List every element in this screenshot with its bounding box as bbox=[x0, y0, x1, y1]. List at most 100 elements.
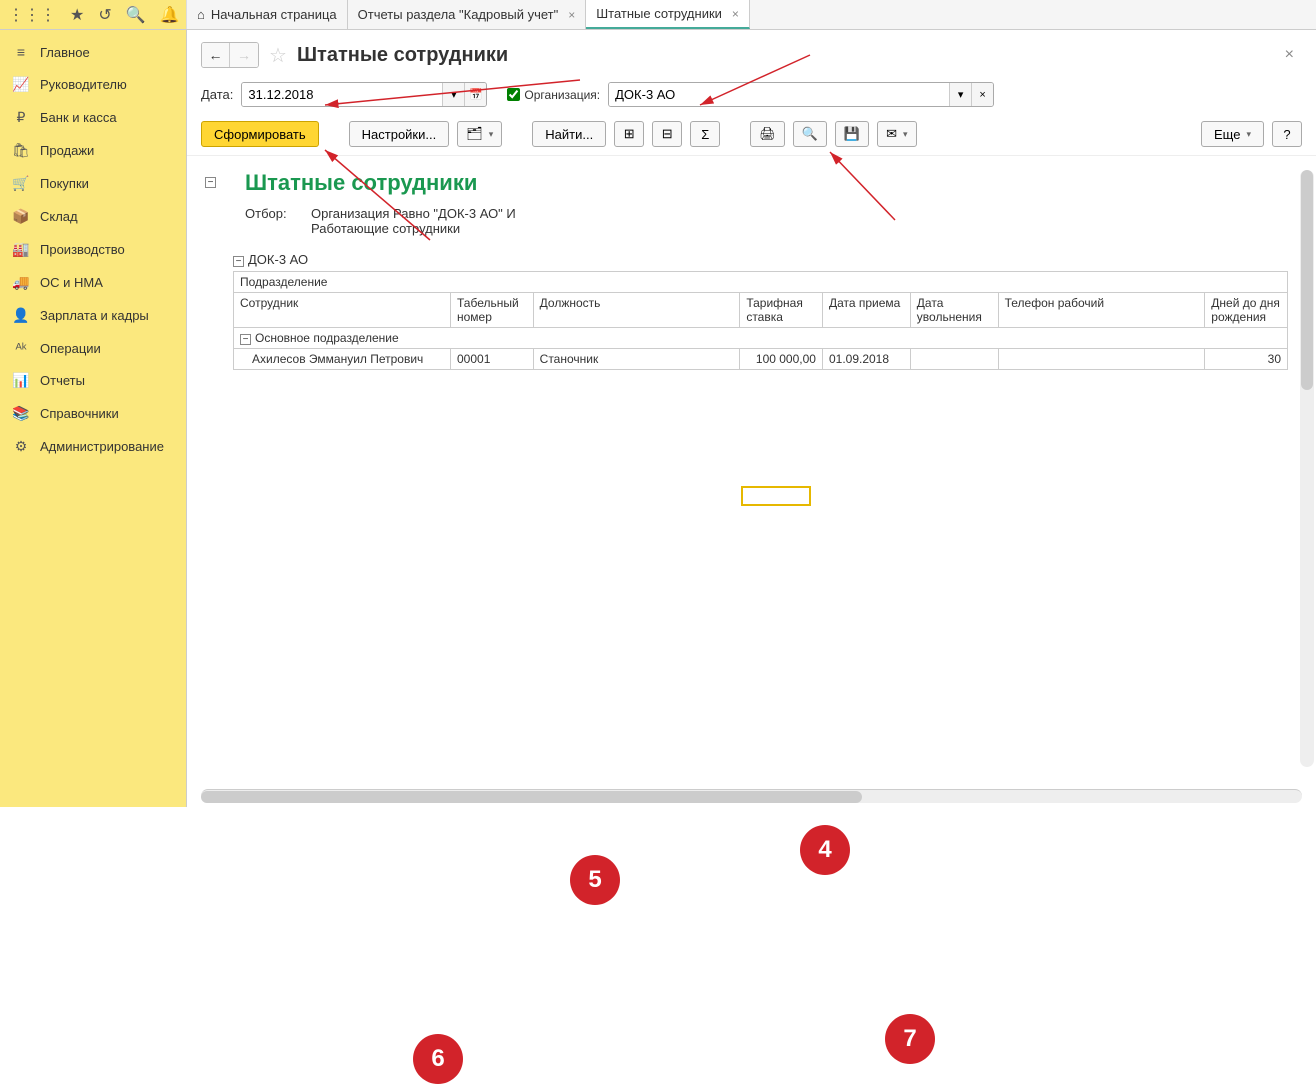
truck-icon: 🚚 bbox=[12, 274, 30, 291]
org-checkbox[interactable] bbox=[507, 88, 520, 101]
find-button[interactable]: Найти... bbox=[532, 121, 606, 147]
bag-icon: 🛍 bbox=[12, 142, 30, 159]
report-table: Подразделение Сотрудник Табельный номер … bbox=[233, 271, 1288, 370]
org-input-group: ▾ × bbox=[608, 82, 994, 107]
collapse-button[interactable]: ⊟ bbox=[652, 121, 682, 147]
filter-summary-line2: Работающие сотрудники bbox=[311, 221, 516, 236]
sidebar-item-label: Производство bbox=[40, 242, 125, 257]
sidebar-item-hr[interactable]: 👤 Зарплата и кадры bbox=[0, 299, 186, 332]
annotation-circle-7: 7 bbox=[885, 1014, 935, 1064]
tree-toggle[interactable]: − bbox=[205, 177, 216, 188]
save-button[interactable]: 💾 bbox=[835, 121, 869, 147]
close-icon[interactable]: × bbox=[732, 7, 739, 21]
history-icon[interactable]: ↺ bbox=[98, 5, 111, 25]
apps-icon[interactable]: ⋮⋮⋮ bbox=[8, 5, 56, 25]
tree-toggle[interactable]: − bbox=[233, 256, 244, 267]
more-button-label: Еще bbox=[1214, 127, 1240, 142]
col-fire: Дата увольнения bbox=[910, 293, 998, 328]
sidebar-item-reports[interactable]: 📊Отчеты bbox=[0, 364, 186, 397]
org-clear-button[interactable]: × bbox=[971, 83, 993, 106]
sidebar-item-bank[interactable]: ₽Банк и касса bbox=[0, 101, 186, 134]
org-input[interactable] bbox=[609, 83, 949, 106]
close-icon[interactable]: × bbox=[568, 8, 575, 22]
page-title: Штатные сотрудники bbox=[297, 44, 508, 67]
scrollbar-thumb[interactable] bbox=[201, 791, 862, 803]
annotation-number: 4 bbox=[818, 836, 831, 864]
help-button-label: ? bbox=[1283, 127, 1290, 142]
sidebar-item-label: Покупки bbox=[40, 176, 89, 191]
person-icon: 👤 bbox=[12, 307, 30, 324]
sidebar-item-manager[interactable]: 📈 Руководителю bbox=[0, 68, 186, 101]
search-icon[interactable]: 🔍 bbox=[126, 5, 146, 25]
vertical-scrollbar[interactable] bbox=[1300, 170, 1314, 767]
forward-button[interactable]: → bbox=[230, 43, 258, 67]
sidebar-item-sales[interactable]: 🛍Продажи bbox=[0, 134, 186, 167]
col-employee: Сотрудник bbox=[234, 293, 451, 328]
sidebar-item-admin[interactable]: ⚙Администрирование bbox=[0, 430, 186, 463]
date-dropdown-button[interactable]: ▾ bbox=[442, 83, 464, 106]
sidebar-item-label: Руководителю bbox=[40, 77, 127, 92]
org-dropdown-button[interactable]: ▾ bbox=[949, 83, 971, 106]
help-button[interactable]: ? bbox=[1272, 121, 1302, 147]
bars-icon: 📊 bbox=[12, 372, 30, 389]
cell-phone bbox=[998, 349, 1205, 370]
col-hire: Дата приема bbox=[822, 293, 910, 328]
sum-button[interactable]: Σ bbox=[690, 121, 720, 147]
annotation-number: 7 bbox=[903, 1025, 916, 1053]
sidebar-item-main[interactable]: ≡ Главное bbox=[0, 36, 186, 68]
chart-icon: 📈 bbox=[12, 76, 30, 93]
cell-fire bbox=[910, 349, 998, 370]
sidebar-item-production[interactable]: 🏭 Производство bbox=[0, 233, 186, 266]
email-button[interactable]: ✉▾ bbox=[877, 121, 916, 147]
favorite-icon[interactable]: ☆ bbox=[269, 43, 287, 68]
sidebar-item-assets[interactable]: 🚚ОС и НМА bbox=[0, 266, 186, 299]
sidebar: ≡Главное 📈Руководителю ₽Банк и касса 🛍Пр… bbox=[0, 30, 187, 807]
home-icon: ⌂ bbox=[197, 7, 205, 22]
cell-hire: 01.09.2018 bbox=[822, 349, 910, 370]
print-button[interactable]: 🖨 bbox=[750, 121, 785, 147]
tab-staff[interactable]: Штатные сотрудники × bbox=[586, 0, 750, 29]
date-calendar-button[interactable]: 📅 bbox=[464, 83, 486, 106]
cart-icon: 🛒 bbox=[12, 175, 30, 192]
settings-button[interactable]: Настройки... bbox=[349, 121, 450, 147]
cell-tabnum: 00001 bbox=[451, 349, 534, 370]
org-group-name: ДОК-3 АО bbox=[248, 252, 308, 267]
tab-reports[interactable]: Отчеты раздела "Кадровый учет" × bbox=[348, 0, 587, 29]
sidebar-item-stock[interactable]: 📦Склад bbox=[0, 200, 186, 233]
date-input[interactable] bbox=[242, 83, 442, 106]
tab-home-label: Начальная страница bbox=[211, 7, 337, 22]
selected-cell-marker bbox=[741, 486, 811, 506]
horizontal-scrollbar[interactable] bbox=[201, 789, 1302, 803]
sidebar-item-label: Главное bbox=[40, 45, 90, 60]
expand-button[interactable]: ⊞ bbox=[614, 121, 644, 147]
sidebar-item-catalogs[interactable]: 📚Справочники bbox=[0, 397, 186, 430]
tab-home[interactable]: ⌂ Начальная страница bbox=[187, 0, 348, 29]
cell-bd: 30 bbox=[1205, 349, 1288, 370]
back-button[interactable]: ← bbox=[202, 43, 230, 67]
org-checkbox-group[interactable]: Организация: bbox=[507, 88, 600, 102]
sidebar-item-purchases[interactable]: 🛒 Покупки bbox=[0, 167, 186, 200]
more-button[interactable]: Еще▾ bbox=[1201, 121, 1264, 147]
generate-button[interactable]: Сформировать bbox=[201, 121, 319, 147]
preview-button[interactable]: 🔍 bbox=[793, 121, 827, 147]
menu-icon: ≡ bbox=[12, 44, 30, 60]
date-input-group: ▾ 📅 bbox=[241, 82, 487, 107]
report-title: Штатные сотрудники bbox=[245, 170, 1288, 196]
main-content: ← → ☆ Штатные сотрудники × Дата: ▾ 📅 Орг… bbox=[187, 30, 1316, 807]
close-page-button[interactable]: × bbox=[1285, 46, 1302, 64]
factory-icon: 🏭 bbox=[12, 241, 30, 258]
tree-toggle[interactable]: − bbox=[240, 334, 251, 345]
cell-employee: Ахилесов Эммануил Петрович bbox=[234, 349, 451, 370]
scrollbar-thumb[interactable] bbox=[1301, 170, 1313, 390]
sidebar-item-operations[interactable]: ᴬᵏОперации bbox=[0, 332, 186, 364]
filter-summary-label: Отбор: bbox=[245, 206, 295, 236]
bell-icon[interactable]: 🔔 bbox=[160, 5, 180, 25]
sidebar-item-label: Зарплата и кадры bbox=[40, 308, 149, 323]
variants-button[interactable]: 🗂▾ bbox=[457, 121, 502, 147]
star-icon[interactable]: ★ bbox=[70, 5, 84, 25]
col-rate: Тарифная ставка bbox=[740, 293, 823, 328]
generate-button-label: Сформировать bbox=[214, 127, 306, 142]
col-tabnum: Табельный номер bbox=[451, 293, 534, 328]
tab-reports-label: Отчеты раздела "Кадровый учет" bbox=[358, 7, 559, 22]
dept-name: Основное подразделение bbox=[255, 331, 399, 345]
